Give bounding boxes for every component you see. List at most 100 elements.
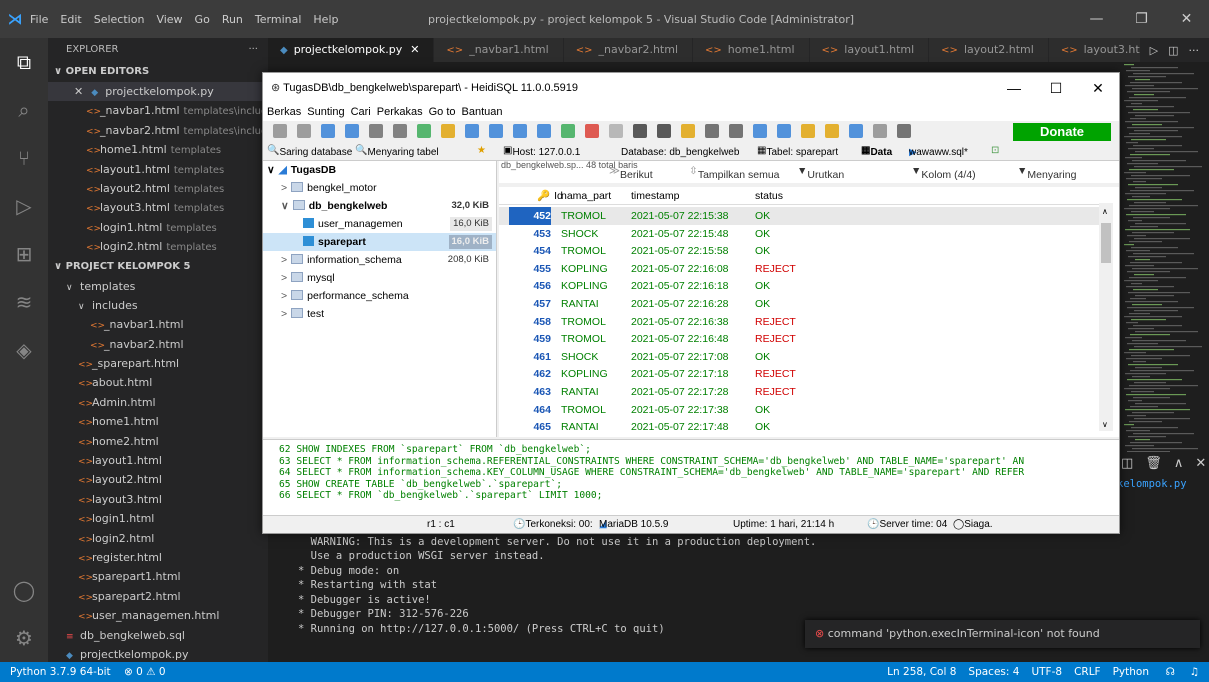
grid-cell[interactable]: TROMOL (561, 330, 623, 348)
source-control-icon[interactable]: ⑂ (0, 134, 48, 182)
toolbar-button-icon[interactable] (729, 124, 743, 138)
toolbar-button-icon[interactable] (825, 124, 839, 138)
db-tree-item[interactable]: ∨ db_bengkelweb 32,0 KiB (263, 197, 496, 215)
close-panel-icon[interactable]: ✕ (1195, 456, 1206, 471)
grid-cell[interactable]: 2021-05-07 22:16:28 (631, 295, 729, 313)
table-row[interactable]: 455 KOPLING 2021-05-07 22:16:08 REJECT (499, 260, 1099, 278)
scroll-down-icon[interactable]: ∨ (1102, 420, 1108, 429)
tree-file[interactable]: <>Admin.html (48, 393, 268, 412)
open-editor-item[interactable]: <>login2.html templates (48, 237, 268, 256)
grid-cell[interactable]: OK (755, 418, 770, 436)
filter-button[interactable]: ▼ Menyaring (1017, 165, 1076, 181)
table-row[interactable]: 457 RANTAI 2021-05-07 22:16:28 OK (499, 295, 1099, 313)
tree-file[interactable]: <>sparepart1.html (48, 567, 268, 586)
menu-terminal[interactable]: Terminal (255, 13, 302, 26)
grid-cell[interactable]: 456 (509, 277, 551, 295)
grid-cell[interactable]: 2021-05-07 22:16:38 (631, 313, 729, 331)
grid-cell[interactable]: 2021-05-07 22:15:38 (631, 207, 729, 225)
grid-cell[interactable]: TROMOL (561, 313, 623, 331)
toolbar-button-icon[interactable] (489, 124, 503, 138)
heidi-menu-item[interactable]: Go to (429, 106, 456, 118)
layers-icon[interactable]: ◈ (0, 326, 48, 374)
column-header[interactable]: timestamp (631, 187, 679, 205)
toolbar-button-icon[interactable] (585, 124, 599, 138)
editor-tab[interactable]: <> _navbar2.html (563, 38, 694, 62)
heidi-menu-item[interactable]: Perkakas (377, 106, 423, 118)
grid-cell[interactable]: REJECT (755, 365, 796, 383)
table-row[interactable]: 452 TROMOL 2021-05-07 22:15:38 OK (499, 207, 1099, 225)
tree-file[interactable]: ≡ db_bengkelweb.sql (48, 626, 268, 645)
grid-cell[interactable]: REJECT (755, 260, 796, 278)
table-row[interactable]: 463 RANTAI 2021-05-07 22:17:28 REJECT (499, 383, 1099, 401)
editor-tab[interactable]: <> layout1.html (809, 38, 930, 62)
next-button[interactable]: ≫ Berikut (609, 165, 653, 181)
chevron-right-icon[interactable]: > (281, 254, 287, 266)
grid-cell[interactable]: 2021-05-07 22:17:28 (631, 383, 729, 401)
feedback-icon[interactable]: ☊ (1166, 662, 1175, 682)
toolbar-button-icon[interactable] (849, 124, 863, 138)
tree-file[interactable]: <>home1.html (48, 412, 268, 431)
grid-cell[interactable]: 2021-05-07 22:16:08 (631, 260, 729, 278)
close-icon[interactable]: ✕ (1164, 0, 1209, 38)
more-actions-icon[interactable]: ··· (248, 38, 258, 62)
grid-cell[interactable]: 2021-05-07 22:17:08 (631, 348, 729, 366)
column-header[interactable]: status (755, 187, 783, 205)
status-item[interactable]: Ln 258, Col 8 (887, 662, 956, 682)
data-tab[interactable]: ▦ Data (861, 145, 892, 158)
search-icon[interactable]: ⌕ (0, 86, 48, 134)
chevron-right-icon[interactable]: > (281, 290, 287, 302)
menu-help[interactable]: Help (313, 13, 338, 26)
db-tree-item[interactable]: > test (263, 305, 496, 323)
grid-cell[interactable]: 455 (509, 260, 551, 278)
menu-edit[interactable]: Edit (60, 13, 81, 26)
grid-cell[interactable]: TROMOL (561, 242, 623, 260)
grid-cell[interactable]: 2021-05-07 22:17:38 (631, 401, 729, 419)
open-editor-item[interactable]: <>_navbar2.html templates\include (48, 121, 268, 140)
toolbar-button-icon[interactable] (465, 124, 479, 138)
heidi-menu-item[interactable]: Bantuan (462, 106, 503, 118)
heidi-menu-item[interactable]: Berkas (267, 106, 301, 118)
grid-cell[interactable]: 2021-05-07 22:17:48 (631, 418, 729, 436)
grid-cell[interactable]: TROMOL (561, 401, 623, 419)
toolbar-button-icon[interactable] (801, 124, 815, 138)
grid-scrollbar[interactable]: ∧ ∨ (1099, 203, 1113, 431)
tree-file[interactable]: <>_sparepart.html (48, 354, 268, 373)
editor-tab[interactable]: <> home1.html (693, 38, 810, 62)
grid-cell[interactable]: 454 (509, 242, 551, 260)
sort-button[interactable]: ▼ Urutkan (797, 165, 844, 181)
grid-cell[interactable]: 2021-05-07 22:15:48 (631, 225, 729, 243)
db-tree-item[interactable]: > bengkel_motor (263, 179, 496, 197)
table-row[interactable]: 458 TROMOL 2021-05-07 22:16:38 REJECT (499, 313, 1099, 331)
show-all-button[interactable]: ⇳ Tampilkan semua (689, 165, 780, 181)
grid-cell[interactable]: REJECT (755, 383, 796, 401)
grid-cell[interactable]: REJECT (755, 330, 796, 348)
grid-cell[interactable]: 2021-05-07 22:16:48 (631, 330, 729, 348)
grid-cell[interactable]: SHOCK (561, 348, 623, 366)
tree-file[interactable]: <>layout3.html (48, 490, 268, 509)
grid-cell[interactable]: 464 (509, 401, 551, 419)
tree-file[interactable]: <>home2.html (48, 432, 268, 451)
table-tab[interactable]: ▦ Tabel: sparepart (757, 145, 838, 158)
settings-gear-icon[interactable]: ⚙ (0, 614, 48, 662)
scroll-thumb[interactable] (1101, 223, 1111, 263)
editor-tab[interactable]: <> layout2.html (929, 38, 1049, 62)
heidi-close-icon[interactable]: ✕ (1077, 73, 1119, 103)
run-icon[interactable]: ▷ (1150, 44, 1158, 57)
menu-file[interactable]: File (30, 13, 48, 26)
grid-cell[interactable]: 2021-05-07 22:15:58 (631, 242, 729, 260)
grid-cell[interactable]: 465 (509, 418, 551, 436)
split-editor-icon[interactable]: ◫ (1168, 44, 1178, 57)
tree-folder[interactable]: ∨ templates (48, 277, 268, 296)
grid-cell[interactable]: OK (755, 295, 770, 313)
db-tree-item[interactable]: user_managemen 16,0 KiB (263, 215, 496, 233)
grid-cell[interactable]: 458 (509, 313, 551, 331)
tree-file[interactable]: <>user_managemen.html (48, 606, 268, 625)
grid-cell[interactable]: 462 (509, 365, 551, 383)
tree-file[interactable]: <>sparepart2.html (48, 587, 268, 606)
open-editor-item[interactable]: <>home1.html templates (48, 140, 268, 159)
toolbar-button-icon[interactable] (657, 124, 671, 138)
toolbar-button-icon[interactable] (609, 124, 623, 138)
grid-cell[interactable]: OK (755, 348, 770, 366)
toolbar-button-icon[interactable] (513, 124, 527, 138)
toolbar-button-icon[interactable] (873, 124, 887, 138)
